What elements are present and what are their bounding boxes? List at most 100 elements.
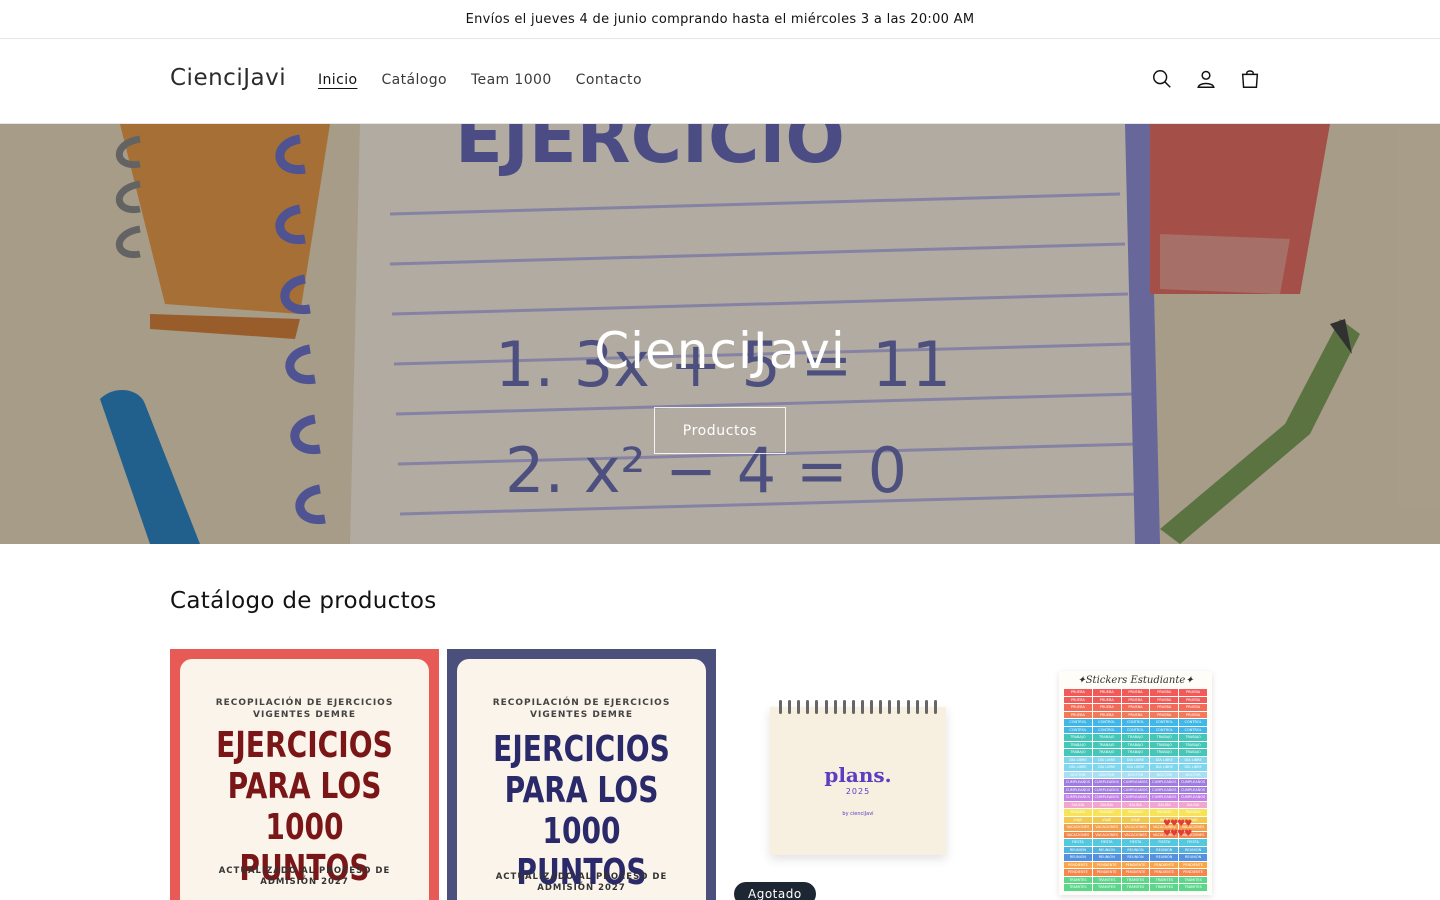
sticker-cell: PRUEBA xyxy=(1092,704,1121,711)
sticker-cell: PRUEBA xyxy=(1064,689,1092,696)
sticker-cell: VACACIONES xyxy=(1121,831,1150,838)
sticker-cell: REUNIÓN xyxy=(1150,854,1179,861)
announcement-bar: Envíos el jueves 4 de junio comprando ha… xyxy=(0,0,1440,39)
product-card-ejercicios-1000-blue[interactable]: RECOPILACIÓN DE EJERCICIOS VIGENTES DEMR… xyxy=(447,649,716,900)
product-card-ejercicios-1000-red[interactable]: RECOPILACIÓN DE EJERCICIOS VIGENTES DEMR… xyxy=(170,649,439,900)
cover-title: EJERCICIOS PARA LOS 1000 PUNTOS xyxy=(216,725,393,889)
sticker-cell: TRÁMITES xyxy=(1179,884,1207,891)
nav-item-contacto[interactable]: Contacto xyxy=(564,72,654,88)
cart-icon[interactable] xyxy=(1228,57,1272,101)
sticker-cell: REUNIÓN xyxy=(1121,846,1150,853)
products-button[interactable]: Productos xyxy=(654,407,786,454)
sticker-cell: TRABAJO xyxy=(1092,741,1121,748)
sticker-row: PRUEBA PRUEBA PRUEBA PRUEBA PRUEBA xyxy=(1064,704,1207,711)
sticker-cell: SALIDA xyxy=(1064,801,1092,808)
sticker-cell: TRABAJO xyxy=(1179,734,1207,741)
sticker-cell: CUMPLEAÑOS xyxy=(1179,786,1207,793)
sticker-cell: PAGADO xyxy=(1179,809,1207,816)
sticker-cell: VACACIONES xyxy=(1121,824,1150,831)
cover-title: EJERCICIOS PARA LOS 1000 PUNTOS xyxy=(493,729,670,893)
hero-title: CienciJavi xyxy=(594,322,846,380)
sticker-cell: TRÁMITES xyxy=(1092,884,1121,891)
sticker-cell: TRABAJO xyxy=(1150,734,1179,741)
sticker-cell: CUMPLEAÑOS xyxy=(1121,786,1150,793)
header-icons xyxy=(1140,57,1272,101)
sticker-cell: DÍA LIBRE xyxy=(1064,764,1092,771)
sticker-cell: CUMPLEAÑOS xyxy=(1179,794,1207,801)
product-card-stickers-estudiante[interactable]: ✦Stickers Estudiante✦ PRUEBA PRUEBA PRUEBA… xyxy=(1001,649,1270,900)
sticker-cell: DÍA LIBRE xyxy=(1092,756,1121,763)
sticker-cell: PRUEBA xyxy=(1064,711,1092,718)
sticker-cell: PENDIENTE xyxy=(1121,869,1150,876)
hearts-stickers: ♥♥♥♥ ♥♥♥♥ xyxy=(1163,819,1192,839)
sticker-cell: DÍA LIBRE xyxy=(1150,764,1179,771)
account-icon[interactable] xyxy=(1184,57,1228,101)
sticker-cell: TRÁMITES xyxy=(1064,876,1092,883)
sticker-cell: PRUEBA xyxy=(1121,689,1150,696)
sticker-cell: TRÁMITES xyxy=(1092,876,1121,883)
sticker-cell: SALIDA xyxy=(1150,801,1179,808)
sticker-cell: PRUEBA xyxy=(1179,696,1207,703)
sticker-cell: DÍA LIBRE xyxy=(1064,756,1092,763)
product-card-plans-calendar[interactable]: plans. 2025 by cienciJavi Agotado xyxy=(724,649,993,900)
sticker-cell: TRÁMITES xyxy=(1150,876,1179,883)
sticker-cell: DÍA LIBRE xyxy=(1121,764,1150,771)
sticker-row: PENDIENTE PENDIENTE PENDIENTE PENDIENTE PEND… xyxy=(1064,861,1207,868)
sticker-row: TRABAJO TRABAJO TRABAJO TRABAJO TRABAJO xyxy=(1064,749,1207,756)
sticker-cell: TRABAJO xyxy=(1150,749,1179,756)
sticker-cell: PRUEBA xyxy=(1064,696,1092,703)
sticker-cell: PENDIENTE xyxy=(1092,861,1121,868)
sticker-cell: CONTROL xyxy=(1121,719,1150,726)
sticker-cell: TRABAJO xyxy=(1121,749,1150,756)
sticker-cell: CONTROL xyxy=(1179,726,1207,733)
sticker-cell: PENDIENTE xyxy=(1092,869,1121,876)
sticker-cell: REUNIÓN xyxy=(1179,846,1207,853)
sticker-cell: DÍA LIBRE xyxy=(1150,756,1179,763)
sticker-cell: REUNIÓN xyxy=(1179,854,1207,861)
sticker-row: CUMPLEAÑOS CUMPLEAÑOS CUMPLEAÑOS CUMPLEAÑOS… xyxy=(1064,786,1207,793)
cover-kicker: RECOPILACIÓN DE EJERCICIOS VIGENTES DEMR… xyxy=(215,698,394,720)
sticker-cell: TRÁMITES xyxy=(1121,876,1150,883)
sticker-row: PAGADO PAGADO PAGADO PAGADO PAGADO xyxy=(1064,809,1207,816)
sticker-cell: DÍA LIBRE xyxy=(1092,764,1121,771)
cover-kicker: RECOPILACIÓN DE EJERCICIOS VIGENTES DEMR… xyxy=(492,698,671,720)
sticker-cell: PRUEBA xyxy=(1150,704,1179,711)
sticker-cell: REUNIÓN xyxy=(1121,854,1150,861)
sticker-cell: PRUEBA xyxy=(1064,704,1092,711)
sticker-row: TRABAJO TRABAJO TRABAJO TRABAJO TRABAJO xyxy=(1064,741,1207,748)
hero-banner: EJERCICIO 1. 3x + 5 = 11 2. x² − 4 = 0 C… xyxy=(0,124,1440,544)
sticker-cell: TRÁMITES xyxy=(1179,876,1207,883)
sticker-grid: PRUEBA PRUEBA PRUEBA PRUEBA PRUEBA PRUEBA PRUE… xyxy=(1064,689,1207,892)
sticker-row: PENDIENTE PENDIENTE PENDIENTE PENDIENTE PEND… xyxy=(1064,869,1207,876)
sticker-cell: REUNIÓN xyxy=(1092,846,1121,853)
sticker-cell: FIESTA xyxy=(1179,839,1207,846)
nav-item-inicio[interactable]: Inicio xyxy=(306,72,369,88)
calendar-year: 2025 xyxy=(845,787,871,796)
sticker-cell: CONTROL xyxy=(1064,719,1092,726)
sticker-cell: CONTROL xyxy=(1064,726,1092,733)
sticker-cell: DOCTOR xyxy=(1150,771,1179,778)
sticker-cell: CONTROL xyxy=(1121,726,1150,733)
sticker-row: PRUEBA PRUEBA PRUEBA PRUEBA PRUEBA xyxy=(1064,689,1207,696)
sticker-cell: PRUEBA xyxy=(1121,711,1150,718)
sticker-cell: CONTROL xyxy=(1179,719,1207,726)
announcement-text: Envíos el jueves 4 de junio comprando ha… xyxy=(465,11,975,27)
sticker-row: CUMPLEAÑOS CUMPLEAÑOS CUMPLEAÑOS CUMPLEAÑOS… xyxy=(1064,794,1207,801)
sticker-cell: PRUEBA xyxy=(1179,704,1207,711)
sticker-cell: DOCTOR xyxy=(1179,771,1207,778)
sticker-row: DOCTOR DOCTOR DOCTOR DOCTOR DOCTOR xyxy=(1064,771,1207,778)
brand-logo[interactable]: CienciJavi xyxy=(170,65,286,91)
product-cover: RECOPILACIÓN DE EJERCICIOS VIGENTES DEMR… xyxy=(180,659,429,900)
sticker-cell: CUMPLEAÑOS xyxy=(1092,794,1121,801)
search-icon[interactable] xyxy=(1140,57,1184,101)
nav-item-catalogo[interactable]: Catálogo xyxy=(369,72,459,88)
sticker-cell: CONTROL xyxy=(1150,726,1179,733)
sticker-row: REUNIÓN REUNIÓN REUNIÓN REUNIÓN REUNIÓN xyxy=(1064,846,1207,853)
nav-item-team-1000[interactable]: Team 1000 xyxy=(459,72,564,88)
sticker-row: DÍA LIBRE DÍA LIBRE DÍA LIBRE DÍA LIBRE DÍA … xyxy=(1064,764,1207,771)
calendar-title: plans. xyxy=(824,763,892,787)
calendar-by: by cienciJavi xyxy=(842,811,874,817)
sticker-cell: PENDIENTE xyxy=(1150,861,1179,868)
sticker-row: TRÁMITES TRÁMITES TRÁMITES TRÁMITES TRÁMITES xyxy=(1064,884,1207,891)
sticker-cell: PRUEBA xyxy=(1121,704,1150,711)
